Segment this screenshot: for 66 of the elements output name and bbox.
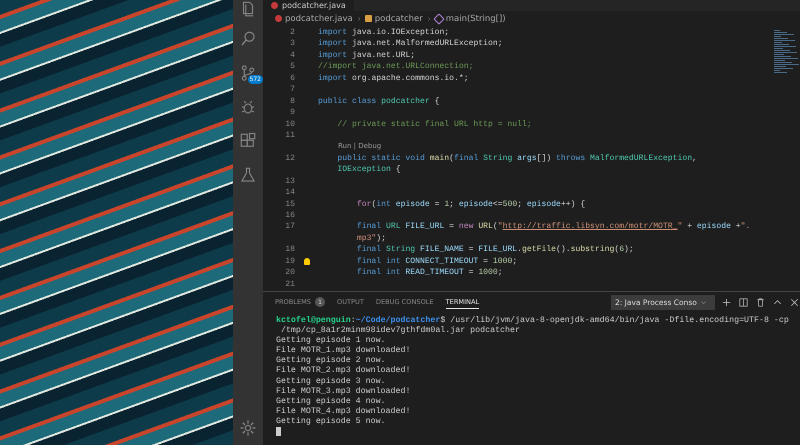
caret-icon bbox=[700, 298, 707, 306]
line-number: 5 bbox=[290, 62, 295, 72]
code-line: public class podcatcher { bbox=[318, 96, 440, 108]
trash-icon[interactable] bbox=[755, 296, 766, 308]
search-icon[interactable] bbox=[239, 30, 257, 48]
code-line: // private static final URL http = null; bbox=[336, 118, 532, 130]
line-number: 13 bbox=[285, 176, 295, 186]
chevron-icon bbox=[356, 16, 362, 22]
line-number: 6 bbox=[290, 74, 295, 83]
breadcrumb-item[interactable]: podcatcher bbox=[374, 14, 423, 24]
line-number: 10 bbox=[285, 120, 295, 128]
chevron-icon bbox=[426, 16, 432, 22]
terminal-line: Getting episode 4 now. bbox=[276, 396, 387, 407]
line-number: 4 bbox=[290, 50, 295, 60]
terminal-line: File MOTR_2.mp3 downloaded! bbox=[276, 366, 412, 377]
line-number: 2 bbox=[290, 28, 295, 37]
line-number: 15 bbox=[285, 200, 295, 209]
split-icon[interactable] bbox=[738, 296, 749, 308]
bug-icon[interactable] bbox=[239, 98, 257, 116]
code-line: final String FILE_NAME = FILE_URL.getFile().substring(6); bbox=[356, 244, 634, 256]
terminal-line: Getting episode 1 now. bbox=[276, 336, 387, 346]
line-number: 20 bbox=[285, 268, 295, 278]
close-icon[interactable] bbox=[789, 296, 800, 308]
line-number: 12 bbox=[285, 154, 295, 163]
blocks-icon[interactable] bbox=[239, 132, 257, 150]
terminal-line: File MOTR_1.mp3 downloaded! bbox=[276, 346, 412, 356]
line-number: 9 bbox=[290, 108, 295, 118]
prompt-line: kctofel@penguin:~/Code/podcatcher$ /usr/lib/jvm/java-8-openjdk-amd64/bin/java -Dfile.encoding=UTF-8 -cp bbox=[276, 316, 790, 326]
code-line: //import java.net.URLConnection; bbox=[318, 61, 474, 73]
code-line: final int CONNECT_TIMEOUT = 1000; bbox=[356, 256, 518, 268]
code-line: final URL FILE_URL = new URL("http://traffic.libsyn.com/motr/MOTR_" + episode +". bbox=[356, 221, 750, 233]
line-number: 8 bbox=[290, 96, 295, 106]
plus-icon[interactable] bbox=[721, 296, 732, 308]
line-number: 16 bbox=[285, 211, 295, 220]
line-number: 21 bbox=[285, 280, 295, 289]
code-line: for(int episode = 1; episode<=500; episode++) { bbox=[356, 198, 586, 210]
terminal-line: Getting episode 2 now. bbox=[276, 356, 387, 366]
code-line: final int READ_TIMEOUT = 1000; bbox=[356, 267, 503, 279]
terminal-line: File MOTR_3.mp3 downloaded! bbox=[276, 386, 412, 397]
code-line: IOException { bbox=[336, 164, 401, 176]
method-icon bbox=[433, 12, 444, 24]
line-number: 14 bbox=[285, 188, 295, 198]
terminal-line: /tmp/cp_8a1r2minm98idev7gthfdm0al.jar podcatcher bbox=[280, 326, 521, 336]
line-number: 3 bbox=[290, 39, 295, 48]
terminal-line: Getting episode 5 now. bbox=[276, 416, 387, 428]
code-line: import java.net.MalformedURLException; bbox=[318, 38, 503, 50]
editor-tab[interactable]: podcatcher.java bbox=[263, 0, 354, 11]
terminal-line: Getting episode 3 now. bbox=[276, 376, 387, 387]
code-line: public static void main(final String args[]) throws MalformedURLException, bbox=[336, 152, 697, 164]
code-line: import java.io.IOException; bbox=[318, 27, 450, 38]
class-icon bbox=[364, 15, 372, 22]
settings-icon[interactable] bbox=[239, 419, 257, 437]
breadcrumb-item[interactable]: main(String[]) bbox=[446, 14, 506, 24]
line-number: 18 bbox=[285, 245, 295, 254]
code-line: import org.apache.commons.io.*; bbox=[318, 72, 469, 84]
code-line: import java.net.URL; bbox=[318, 50, 416, 62]
line-number: 11 bbox=[285, 130, 295, 140]
terminal-line: File MOTR_4.mp3 downloaded! bbox=[276, 406, 412, 417]
code-line: mp3"); bbox=[356, 232, 386, 244]
line-number: 19 bbox=[285, 256, 295, 266]
text-cursor bbox=[276, 427, 281, 436]
flask-icon[interactable] bbox=[239, 166, 257, 184]
lightbulb-icon[interactable] bbox=[304, 258, 310, 265]
breadcrumb-item[interactable]: podcatcher.java bbox=[285, 14, 353, 24]
line-number: 7 bbox=[290, 85, 295, 94]
line-number: 17 bbox=[285, 222, 295, 232]
